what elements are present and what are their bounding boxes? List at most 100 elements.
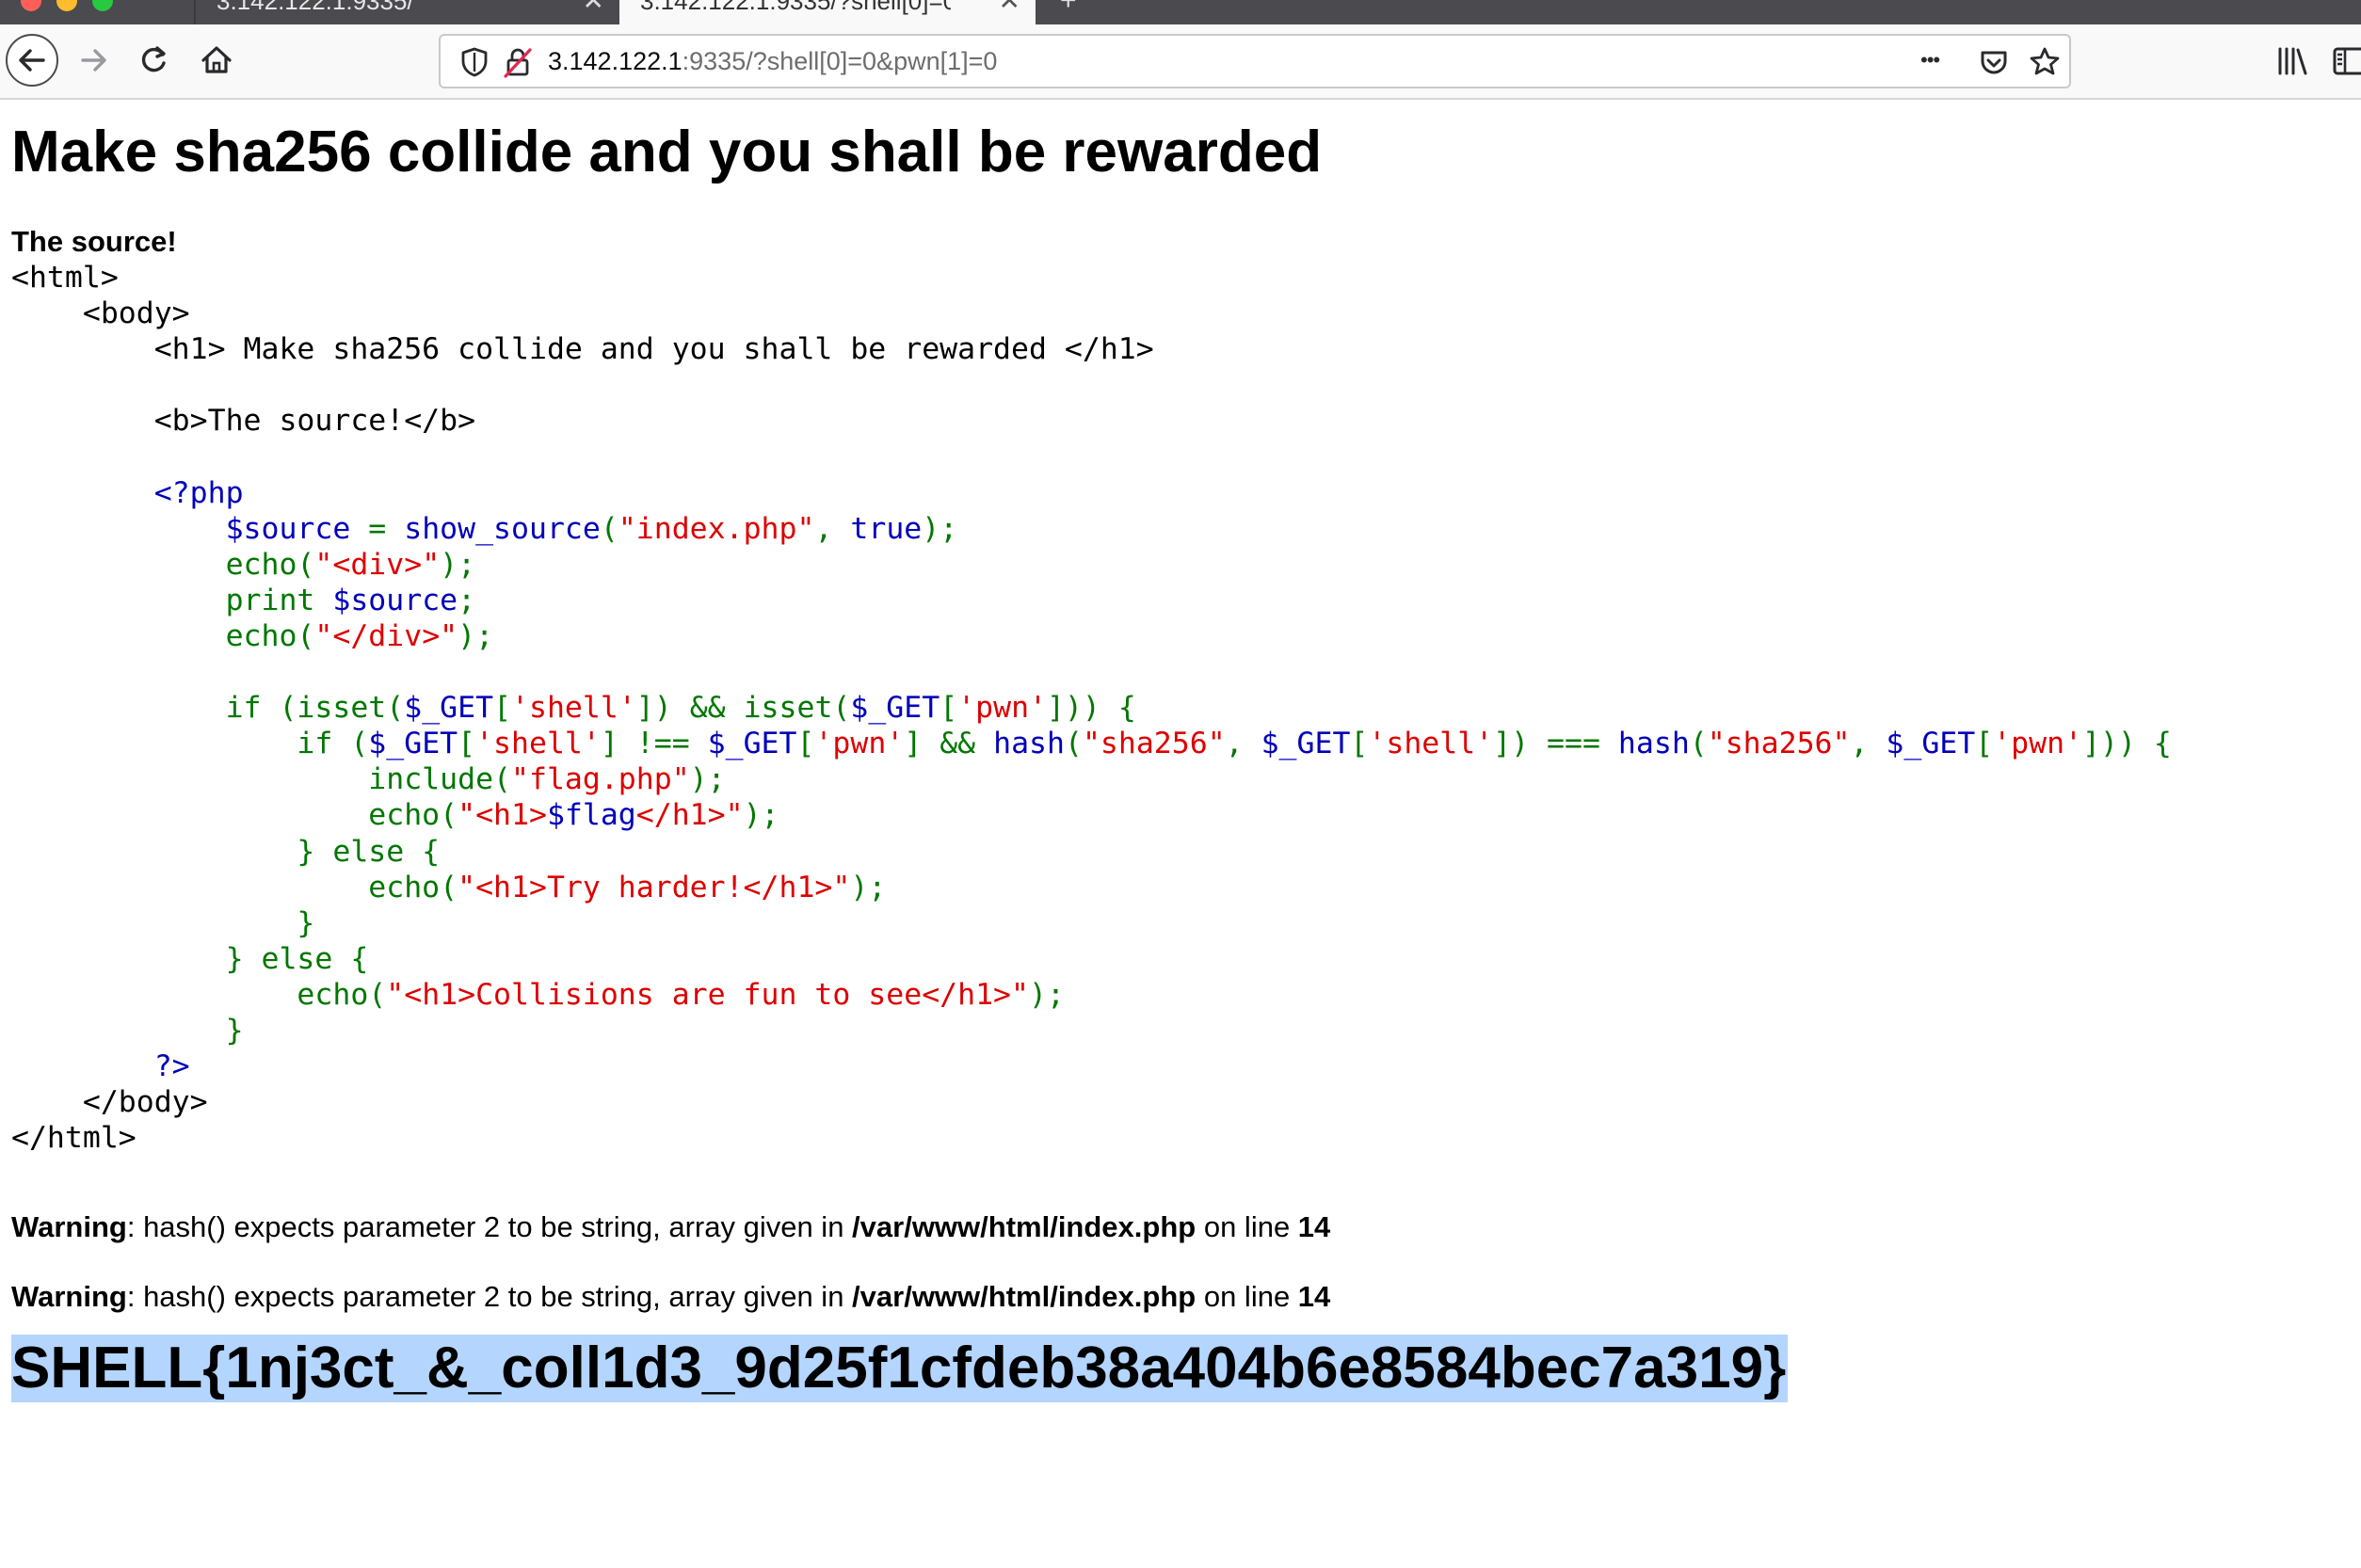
code-token: <?php (11, 475, 244, 510)
warning-file: /var/www/html/index.php (852, 1280, 1197, 1313)
pocket-icon[interactable] (1975, 43, 2013, 81)
minimize-window-button[interactable] (56, 0, 77, 11)
code-token: [ (493, 691, 512, 726)
back-button[interactable] (6, 34, 58, 87)
tab-current[interactable]: 3.142.122.1:9335/?shell[0]=0&pwn[1]=0 ✕ (619, 0, 1036, 24)
code-token: $source (11, 511, 369, 546)
code-token: [ (940, 691, 958, 726)
warning-text: : hash() expects parameter 2 to be strin… (126, 1210, 853, 1243)
code-token: echo( (11, 977, 387, 1012)
tab-index[interactable]: 3.142.122.1:9335/ ✕ (194, 0, 619, 24)
tab-strip: 3.142.122.1:9335/ ✕ 3.142.122.1:9335/?sh… (0, 0, 2361, 24)
code-line: <b>The source!</b> (11, 403, 2172, 439)
code-token: ; (458, 583, 476, 617)
code-token: <b>The source!</b> (11, 404, 476, 439)
code-token: ( (1064, 727, 1083, 761)
code-token: $_GET (707, 727, 797, 761)
page-title: Make sha256 collide and you shall be rew… (11, 120, 1323, 184)
code-token: ]) === (1493, 727, 1618, 761)
code-token: } else { (11, 834, 441, 869)
code-token: "<h1>Try harder!</h1>" (458, 870, 851, 904)
code-token: </body> (11, 1085, 208, 1120)
page-actions-button[interactable]: ••• (1920, 36, 1940, 85)
code-token: hash (1617, 727, 1690, 761)
code-token: echo( (11, 618, 315, 653)
code-token: "sha256" (1707, 727, 1851, 761)
code-token: "<h1> (458, 798, 547, 833)
warning-file: /var/www/html/index.php (852, 1210, 1197, 1243)
warning-text: : hash() expects parameter 2 to be strin… (126, 1280, 853, 1313)
code-token: hash (993, 727, 1065, 761)
code-line: echo("<h1>$flag</h1>"); (11, 797, 2172, 833)
url-host: 3.142.122.1 (548, 47, 683, 75)
warning-line-text: on line (1196, 1210, 1298, 1243)
code-token: 'pwn' (814, 727, 905, 761)
code-token: if (isset( (11, 691, 405, 726)
code-token: ); (922, 511, 958, 546)
code-token: show_source (404, 511, 601, 546)
library-icon[interactable] (2273, 41, 2312, 81)
code-token: echo( (11, 798, 458, 833)
address-bar[interactable]: 3.142.122.1:9335/?shell[0]=0&pwn[1]=0 ••… (439, 34, 2071, 88)
insecure-lock-icon[interactable] (499, 43, 537, 81)
code-token: echo( (11, 870, 458, 904)
code-line: } (11, 905, 2172, 941)
code-token: , (1225, 727, 1261, 761)
zoom-window-button[interactable] (92, 0, 113, 11)
code-line: </body> (11, 1084, 2172, 1120)
code-token: "<h1>Collisions are fun to see</h1>" (386, 977, 1029, 1012)
code-token: <body> (11, 296, 190, 331)
code-token: ); (689, 762, 726, 797)
code-token: ); (743, 798, 779, 833)
back-icon (19, 49, 45, 72)
close-window-button[interactable] (21, 0, 41, 11)
warning-message: Warning: hash() expects parameter 2 to b… (11, 1278, 1330, 1316)
source-code-block: <html> <body> <h1> Make sha256 collide a… (11, 260, 2172, 1156)
code-token: [ (1975, 727, 1994, 761)
code-token: = (368, 511, 405, 546)
code-token: <html> (11, 261, 119, 295)
sidebar-icon[interactable] (2331, 41, 2361, 81)
code-line: <h1> Make sha256 collide and you shall b… (11, 331, 2172, 367)
code-line: echo("<h1>Collisions are fun to see</h1>… (11, 977, 2172, 1013)
code-token: 'shell' (511, 691, 636, 726)
code-token: true (850, 511, 923, 546)
reload-button[interactable] (128, 34, 181, 87)
bookmark-star-icon[interactable] (2026, 43, 2064, 81)
code-token: ); (850, 870, 887, 904)
new-tab-button[interactable]: + (1060, 0, 1077, 15)
code-token: } (11, 1013, 244, 1048)
close-icon[interactable]: ✕ (999, 0, 1020, 15)
code-token: } else { (11, 941, 369, 976)
code-token: , (814, 511, 851, 546)
code-token: , (1850, 727, 1887, 761)
forward-icon (81, 49, 106, 72)
code-line: } else { (11, 834, 2172, 870)
close-icon[interactable]: ✕ (583, 0, 604, 15)
code-line: } else { (11, 941, 2172, 977)
code-token: ] !== (600, 727, 708, 761)
tab-label: 3.142.122.1:9335/ (217, 0, 414, 15)
code-token: ?> (11, 1049, 190, 1084)
code-token: $source (332, 583, 458, 617)
url-text[interactable]: 3.142.122.1:9335/?shell[0]=0&pwn[1]=0 (548, 36, 997, 87)
code-token: ] && (904, 727, 994, 761)
home-button[interactable] (190, 34, 243, 87)
warning-line-number: 14 (1297, 1210, 1331, 1243)
code-token: print (11, 583, 333, 617)
url-path: :9335/?shell[0]=0&pwn[1]=0 (682, 47, 998, 75)
code-token: ]) && isset( (635, 691, 851, 726)
code-token: ); (1029, 977, 1065, 1012)
code-token: </h1>" (635, 798, 744, 833)
warning-label: Warning (11, 1210, 127, 1243)
code-token: "index.php" (618, 511, 815, 546)
code-token: $_GET (1886, 727, 1976, 761)
code-token: $_GET (1261, 727, 1351, 761)
code-line: </html> (11, 1120, 2172, 1156)
shield-icon[interactable] (456, 43, 493, 81)
forward-button[interactable] (68, 34, 120, 87)
code-token: 'pwn' (1993, 727, 2083, 761)
code-token: "</div>" (314, 618, 458, 653)
flag-output[interactable]: SHELL{1nj3ct_&_coll1d3_9d25f1cfdeb38a404… (11, 1335, 1789, 1402)
